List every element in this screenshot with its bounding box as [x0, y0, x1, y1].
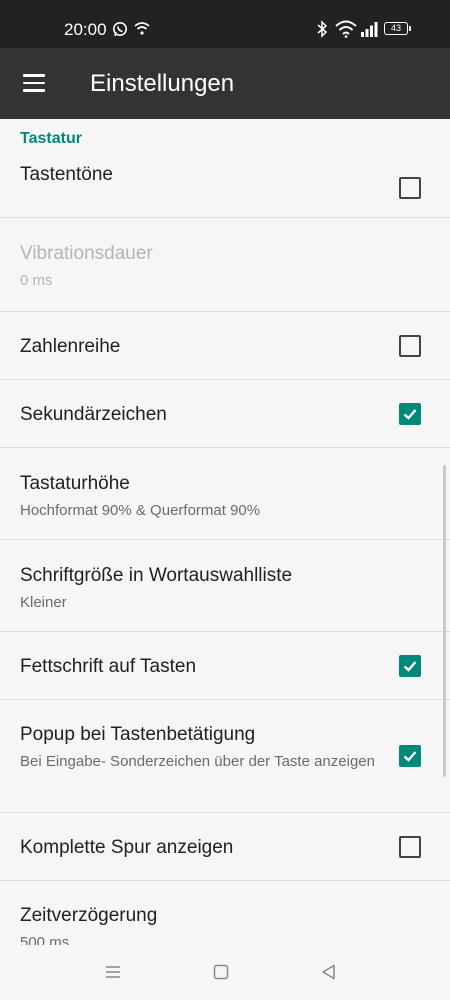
pref-title: Sekundärzeichen: [20, 404, 167, 425]
status-bar: 20:00 43: [0, 0, 450, 48]
pref-fettschrift[interactable]: Fettschrift auf Tasten: [0, 632, 450, 700]
hamburger-menu-icon[interactable]: [23, 74, 45, 92]
recent-apps-icon[interactable]: [104, 963, 122, 981]
pref-summary: Hochformat 90% & Querformat 90%: [20, 502, 261, 519]
checkmark-icon: [403, 751, 417, 762]
pref-vibrationsdauer: Vibrationsdauer 0 ms: [0, 218, 450, 312]
pref-title: Zahlenreihe: [20, 336, 121, 357]
back-icon[interactable]: [320, 963, 338, 981]
pref-title: Zeitverzögerung: [20, 905, 158, 926]
navigation-bar: [0, 945, 450, 1000]
wifi-signal-icon: [335, 20, 357, 38]
pref-komplette-spur[interactable]: Komplette Spur anzeigen: [0, 813, 450, 881]
pref-title: Vibrationsdauer: [20, 243, 153, 264]
pref-popup[interactable]: Popup bei Tastenbetätigung Bei Eingabe- …: [0, 700, 450, 813]
pref-schriftgroesse[interactable]: Schriftgröße in Wortauswahlliste Kleiner: [0, 540, 450, 632]
pref-title: Tastentöne: [20, 164, 113, 185]
checkmark-icon: [403, 408, 417, 420]
status-time: 20:00: [64, 20, 107, 39]
checkbox-komplette-spur[interactable]: [399, 835, 421, 858]
pref-tastaturhoehe[interactable]: Tastaturhöhe Hochformat 90% & Querformat…: [0, 448, 450, 540]
pref-title: Tastaturhöhe: [20, 473, 130, 494]
whatsapp-icon: [113, 22, 127, 37]
battery-level: 43: [390, 23, 401, 33]
checkbox-sekundaerzeichen[interactable]: [399, 402, 421, 425]
pref-sekundaerzeichen[interactable]: Sekundärzeichen: [0, 380, 450, 448]
pref-summary: 0 ms: [20, 272, 53, 289]
pref-zahlenreihe[interactable]: Zahlenreihe: [0, 312, 450, 380]
wifi-icon: [134, 22, 150, 35]
pref-summary: Bei Eingabe- Sonderzeichen über der Tast…: [20, 753, 375, 770]
pref-title: Komplette Spur anzeigen: [20, 837, 234, 858]
cell-signal-icon: [361, 22, 378, 37]
checkmark-icon: [403, 660, 417, 672]
checkbox-zahlenreihe[interactable]: [399, 334, 421, 357]
pref-summary: 500 ms: [20, 934, 70, 945]
home-icon[interactable]: [212, 963, 230, 981]
pref-title: Schriftgröße in Wortauswahlliste: [20, 565, 293, 586]
pref-tastentoene[interactable]: Tastentöne: [0, 159, 450, 218]
pref-zeitverzoegerung[interactable]: Zeitverzögerung 500 ms: [0, 881, 450, 945]
page-title: Einstellungen: [90, 70, 235, 97]
checkbox-tastentoene[interactable]: [399, 177, 421, 199]
battery-icon: 43: [384, 22, 411, 35]
checkbox-fettschrift[interactable]: [399, 654, 421, 677]
app-bar: Einstellungen: [0, 48, 450, 119]
checkbox-popup[interactable]: [399, 745, 421, 767]
scrollbar[interactable]: [443, 465, 446, 777]
section-header-tastatur: Tastatur: [20, 130, 82, 147]
bluetooth-icon: [317, 20, 328, 38]
pref-title: Popup bei Tastenbetätigung: [20, 724, 256, 745]
settings-list[interactable]: Tastatur Tastentöne Vibrationsdauer 0 ms…: [0, 119, 450, 945]
pref-summary: Kleiner: [20, 594, 67, 611]
pref-title: Fettschrift auf Tasten: [20, 656, 197, 677]
